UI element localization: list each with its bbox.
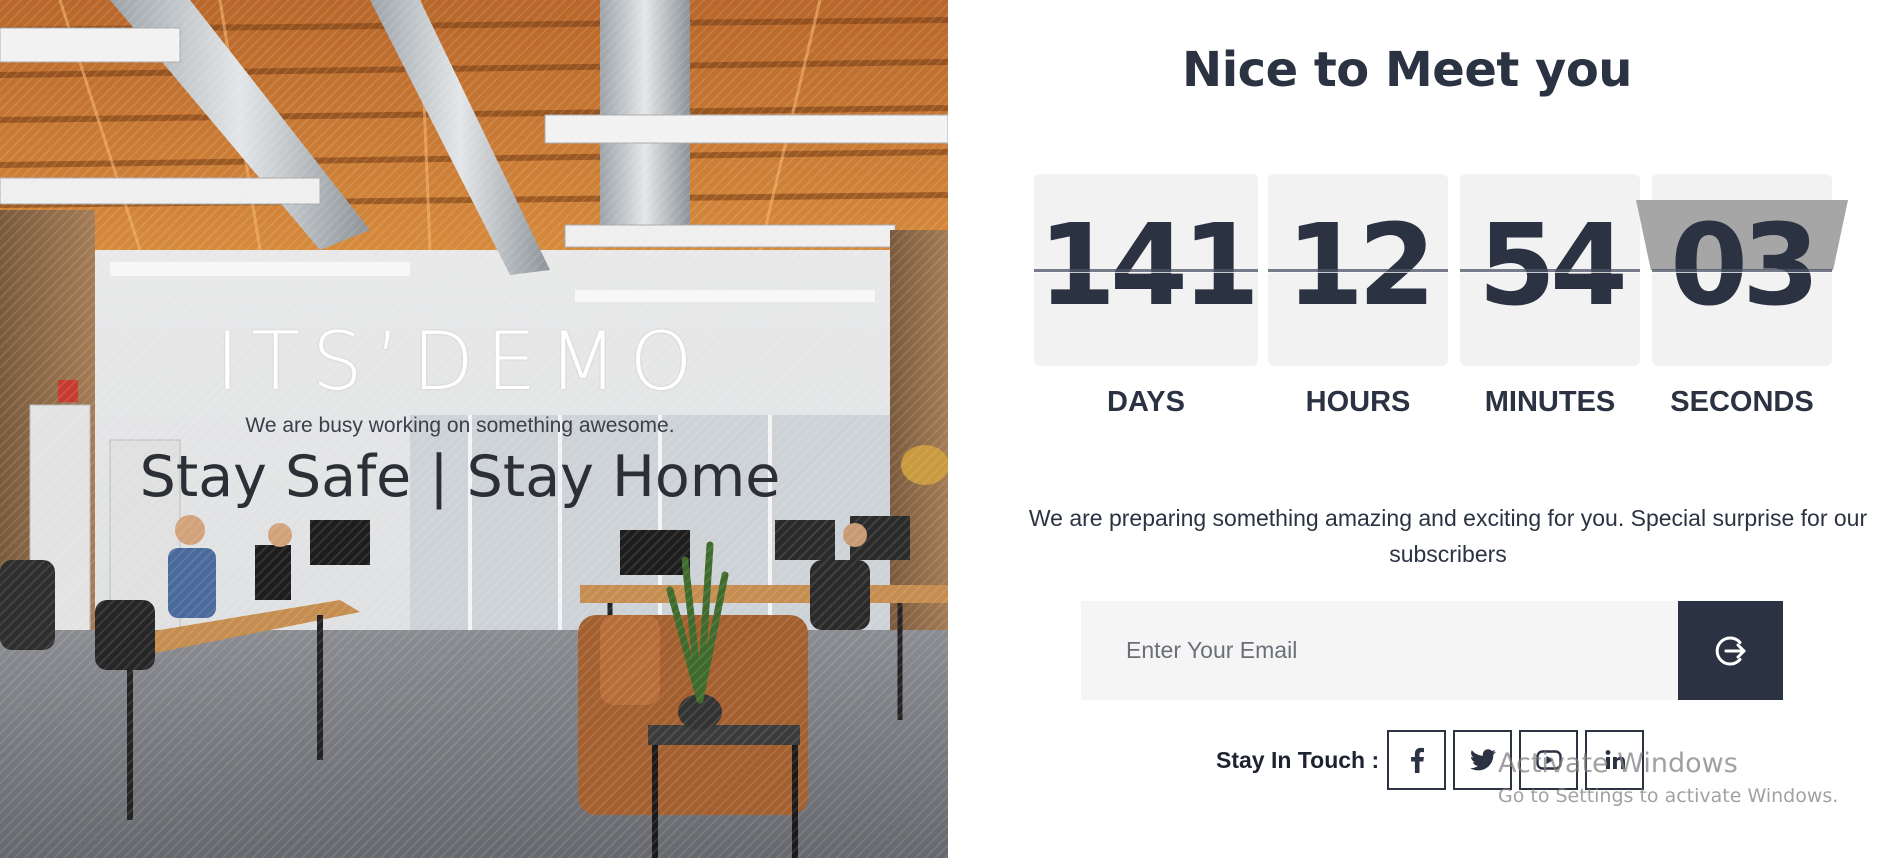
countdown-hours: 12 HOURS: [1268, 174, 1448, 419]
countdown-days-value: 141: [1038, 201, 1258, 331]
countdown-days-card: 141: [1034, 174, 1258, 366]
content-panel: Nice to Meet you 141 DAYS 12 HOURS 54 MI…: [948, 0, 1896, 858]
flip-fold-line: [1268, 269, 1448, 273]
subscribe-form: [1081, 601, 1783, 700]
countdown-minutes-value: 54: [1478, 201, 1628, 331]
countdown-minutes: 54 MINUTES: [1460, 174, 1640, 419]
twitter-icon: [1469, 749, 1496, 771]
flip-fold-line: [1460, 269, 1640, 273]
countdown-hours-card: 12: [1268, 174, 1448, 366]
countdown-minutes-label: MINUTES: [1484, 386, 1616, 418]
arrow-right-circle-icon: [1715, 636, 1745, 665]
countdown-seconds-card: 03: [1636, 174, 1848, 366]
countdown-hours-value: 12: [1286, 201, 1436, 331]
hero-tagline: We are busy working on something awesome…: [245, 414, 675, 437]
flip-fold-line: [1034, 269, 1258, 273]
site-logo: ITS’DEMO: [215, 315, 705, 408]
hero-panel: ITS’DEMO We are busy working on somethin…: [0, 0, 948, 858]
watermark-title: Activate Windows: [1498, 748, 1738, 779]
countdown-seconds: 03 SECONDS: [1636, 174, 1848, 419]
countdown-seconds-value: 03: [1670, 201, 1820, 331]
flip-fold-line: [1652, 269, 1832, 273]
countdown-days: 141 DAYS: [1034, 174, 1258, 419]
hero-headline: Stay Safe | Stay Home: [139, 444, 781, 510]
countdown-days-label: DAYS: [1107, 386, 1185, 418]
page-title: Nice to Meet you: [1182, 42, 1632, 98]
windows-activation-watermark: Activate Windows Go to Settings to activ…: [1498, 748, 1838, 807]
facebook-icon: [1410, 747, 1424, 773]
countdown-minutes-card: 54: [1460, 174, 1640, 366]
email-input[interactable]: [1081, 601, 1678, 700]
subscribe-button[interactable]: [1678, 601, 1783, 700]
countdown-hours-label: HOURS: [1305, 386, 1411, 418]
countdown-seconds-label: SECONDS: [1670, 386, 1814, 418]
watermark-subtitle: Go to Settings to activate Windows.: [1498, 785, 1839, 807]
facebook-link[interactable]: [1387, 730, 1447, 790]
social-label: Stay In Touch :: [1216, 746, 1380, 773]
intro-text: We are preparing something amazing and e…: [1028, 505, 1868, 567]
countdown-timer: 141 DAYS 12 HOURS 54 MINUTES 03 SECONDS: [948, 174, 1896, 424]
